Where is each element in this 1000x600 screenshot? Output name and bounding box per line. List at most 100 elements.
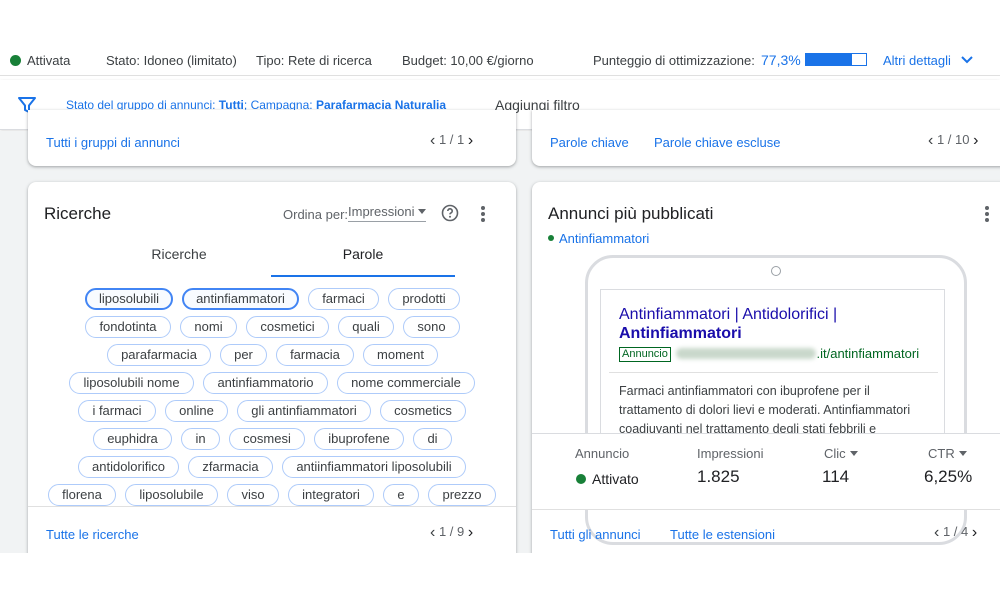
eligibility-status: Stato: Idoneo (limitato) <box>106 53 237 68</box>
active-status-icon <box>576 474 586 484</box>
word-chip[interactable]: prodotti <box>388 288 460 310</box>
chevron-left-icon[interactable]: ‹ <box>934 524 939 542</box>
word-chip[interactable]: per <box>220 344 267 366</box>
word-chip[interactable]: i farmaci <box>78 400 156 422</box>
word-chip[interactable]: farmaci <box>308 288 379 310</box>
caret-down-icon <box>849 451 858 456</box>
chevron-right-icon[interactable]: › <box>468 132 473 150</box>
keywords-link[interactable]: Parole chiave <box>550 135 629 150</box>
word-chip[interactable]: di <box>413 428 452 450</box>
word-chip[interactable]: zfarmacia <box>188 456 273 478</box>
word-chip[interactable]: fondotinta <box>85 316 171 338</box>
more-options-icon[interactable] <box>480 206 486 224</box>
optimization-score-bar <box>805 53 867 66</box>
sort-dropdown[interactable]: Impressioni <box>348 204 427 222</box>
all-ad-groups-link[interactable]: Tutti i gruppi di annunci <box>46 135 180 150</box>
word-chip[interactable]: ibuprofene <box>314 428 404 450</box>
searches-title: Ricerche <box>44 204 112 223</box>
keywords-card: Parole chiave Parole chiave escluse ‹ 1 … <box>532 110 1000 166</box>
card-divider <box>28 506 516 507</box>
more-details-link[interactable]: Altri dettagli <box>883 53 973 68</box>
word-chip[interactable]: farmacia <box>276 344 354 366</box>
ad-group-label[interactable]: Antinfiammatori <box>548 231 649 246</box>
all-ads-link[interactable]: Tutti gli annunci <box>550 527 641 542</box>
ad-stats: Annuncio Attivato Impressioni 1.825 Clic… <box>532 433 1000 509</box>
phone-camera <box>771 266 781 276</box>
help-icon[interactable] <box>441 204 459 222</box>
ads-pager: ‹ 1 / 4 › <box>934 524 978 542</box>
clicks-sort-header[interactable]: Clic <box>824 446 858 461</box>
ads-footer-divider <box>532 509 1000 510</box>
word-chip[interactable]: cosmesi <box>229 428 305 450</box>
ad-badge: Annuncio <box>619 347 671 362</box>
ad-headline-1[interactable]: Antinfiammatori | Antidolorifici | <box>619 306 837 324</box>
word-chip[interactable]: integratori <box>288 484 374 506</box>
all-searches-link[interactable]: Tutte le ricerche <box>46 527 139 542</box>
word-chip[interactable]: prezzo <box>428 484 496 506</box>
word-chip[interactable]: in <box>181 428 220 450</box>
ad-groups-card: Tutti i gruppi di annunci ‹ 1 / 1 › <box>28 110 516 166</box>
bottom-blank-area <box>0 553 1000 600</box>
chevron-down-icon <box>960 56 973 64</box>
ctr-value: 6,25% <box>924 467 973 486</box>
word-chip[interactable]: antinfiammatorio <box>203 372 328 394</box>
chevron-right-icon[interactable]: › <box>972 524 977 542</box>
word-chip[interactable]: online <box>165 400 228 422</box>
caret-down-icon <box>418 209 427 214</box>
ad-display-url: Annuncio .it/antinfiammatori <box>619 346 919 362</box>
sort-label: Ordina per: <box>283 207 349 222</box>
chevron-right-icon[interactable]: › <box>973 132 978 150</box>
word-chip[interactable]: liposolubili nome <box>69 372 194 394</box>
clicks-value: 114 <box>822 467 850 486</box>
blurred-domain <box>675 348 816 359</box>
word-chip[interactable]: cosmetics <box>380 400 466 422</box>
campaign-type: Tipo: Rete di ricerca <box>256 53 372 68</box>
campaign-state[interactable]: Attivata <box>10 53 70 68</box>
ad-headline-2[interactable]: Antinfiammatori <box>619 325 742 343</box>
word-chip[interactable]: nomi <box>180 316 237 338</box>
word-chip[interactable]: sono <box>403 316 460 338</box>
word-chip[interactable]: antiinfiammatori liposolubili <box>282 456 466 478</box>
ctr-sort-header[interactable]: CTR <box>928 446 967 461</box>
word-chip[interactable]: viso <box>227 484 279 506</box>
caret-down-icon <box>958 451 967 456</box>
active-tab-indicator <box>271 275 455 277</box>
word-chip[interactable]: gli antinfiammatori <box>237 400 371 422</box>
chevron-right-icon[interactable]: › <box>468 524 473 542</box>
word-chip[interactable]: liposolubile <box>125 484 218 506</box>
searches-pager: ‹ 1 / 9 › <box>430 524 474 542</box>
word-chip[interactable]: quali <box>338 316 394 338</box>
tab-parole[interactable]: Parole <box>271 246 455 262</box>
word-chip[interactable]: liposolubili <box>85 288 173 310</box>
optimization-score-label: Punteggio di ottimizzazione: <box>593 53 755 68</box>
optimization-score-value[interactable]: 77,3% <box>761 52 801 68</box>
top-blank-area <box>0 0 1000 46</box>
word-chip[interactable]: e <box>383 484 419 506</box>
word-chip[interactable]: euphidra <box>93 428 172 450</box>
page: Attivata Stato: Idoneo (limitato) Tipo: … <box>0 0 1000 600</box>
more-options-icon[interactable] <box>984 206 990 224</box>
word-chip[interactable]: moment <box>363 344 438 366</box>
negative-keywords-link[interactable]: Parole chiave escluse <box>654 135 780 150</box>
optimization-score-fill <box>806 54 853 65</box>
all-extensions-link[interactable]: Tutte le estensioni <box>670 527 775 542</box>
keywords-pager: ‹ 1 / 10 › <box>928 132 979 150</box>
word-chip[interactable]: cosmetici <box>246 316 329 338</box>
impressions-label: Impressioni <box>697 446 764 461</box>
ad-status: Attivato <box>576 471 639 487</box>
word-chip[interactable]: antinfiammatori <box>182 288 299 310</box>
tab-ricerche[interactable]: Ricerche <box>118 246 240 262</box>
word-chip[interactable]: florena <box>48 484 116 506</box>
word-chip[interactable]: nome commerciale <box>337 372 475 394</box>
chevron-left-icon[interactable]: ‹ <box>928 132 933 150</box>
word-chip[interactable]: parafarmacia <box>107 344 211 366</box>
chevron-left-icon[interactable]: ‹ <box>430 132 435 150</box>
word-chip[interactable]: antidolorifico <box>78 456 179 478</box>
top-ads-title: Annunci più pubblicati <box>548 204 714 223</box>
ad-description: Farmaci antinfiammatori con ibuprofene p… <box>619 384 911 436</box>
ad-column-label: Annuncio <box>575 446 630 461</box>
campaign-budget: Budget: 10,00 €/giorno <box>402 53 534 68</box>
ad-divider <box>609 372 938 373</box>
searches-card: Ricerche Ordina per: Impressioni Ricerch… <box>28 182 516 562</box>
chevron-left-icon[interactable]: ‹ <box>430 524 435 542</box>
